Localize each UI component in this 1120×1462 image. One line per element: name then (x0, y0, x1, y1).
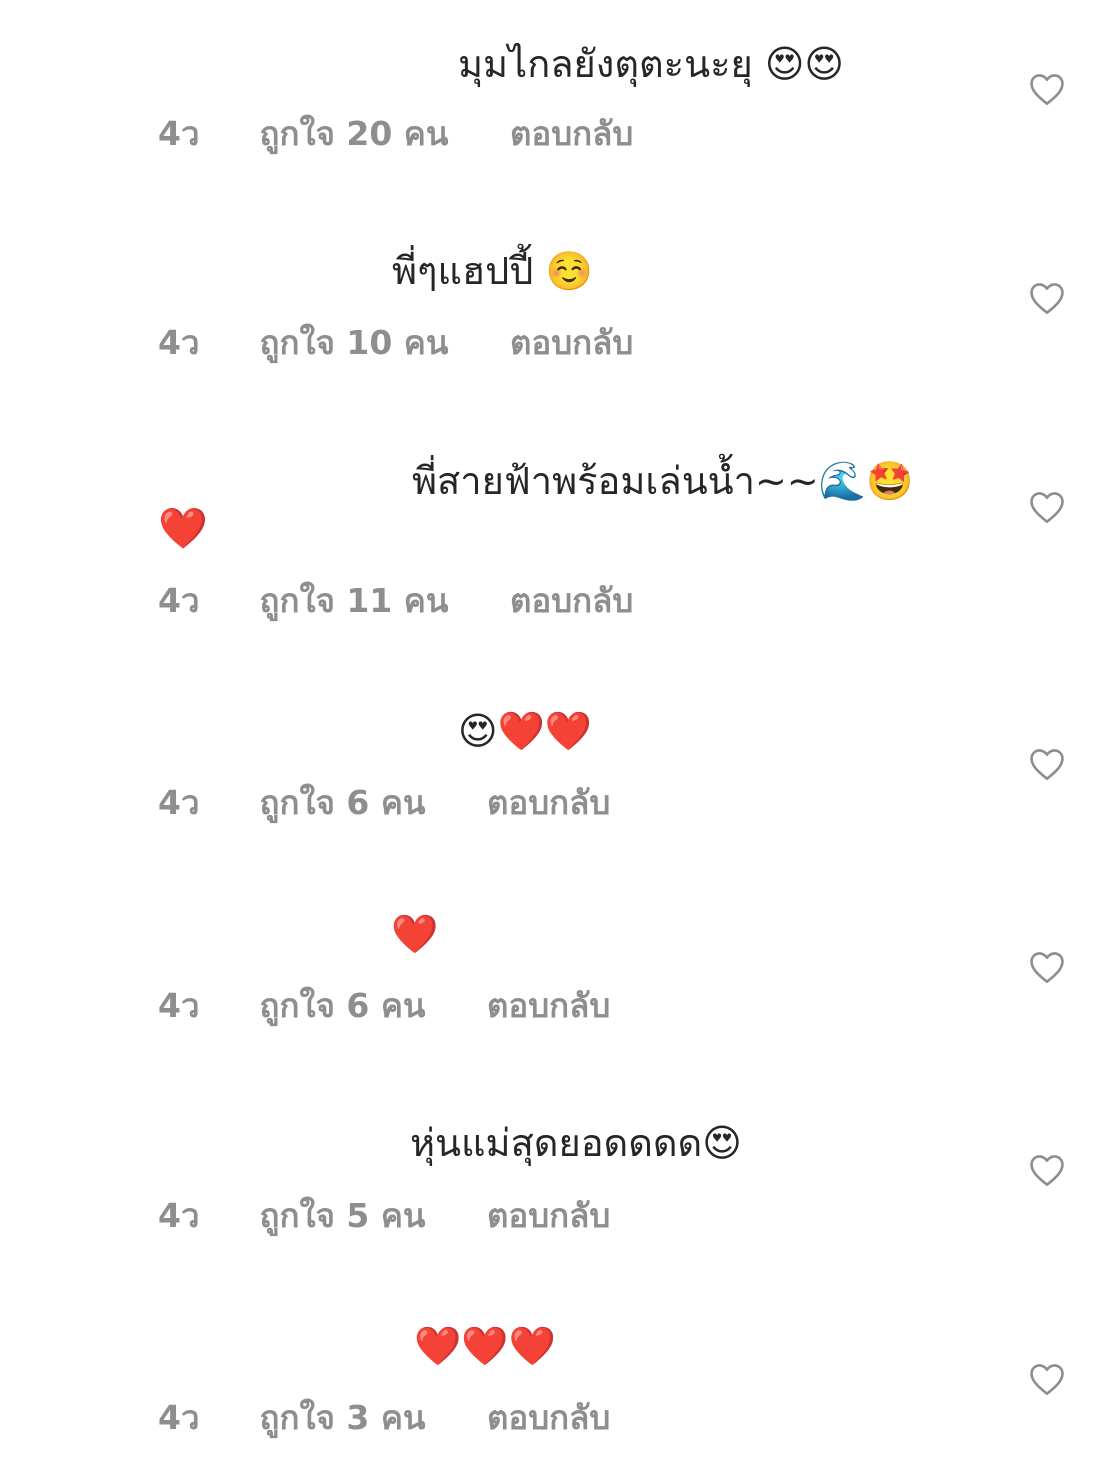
reply-button[interactable]: ตอบกลับ (510, 323, 633, 363)
comment-meta: 4ว ถูกใจ 20 คน ตอบกลับ (158, 114, 633, 154)
heart-outline-icon[interactable] (1028, 1153, 1066, 1187)
comment-text: พี่ๆแฮปปี้ ☺️ (392, 249, 593, 293)
comment-likes[interactable]: ถูกใจ 3 คน (260, 1398, 426, 1438)
heart-outline-icon[interactable] (1028, 72, 1066, 106)
comment-time: 4ว (158, 114, 200, 153)
heart-outline-icon[interactable] (1028, 747, 1066, 781)
heart-outline-icon[interactable] (1028, 1362, 1066, 1396)
comment-meta: 4ว ถูกใจ 6 คน ตอบกลับ (158, 783, 610, 823)
comment-time: 4ว (158, 783, 200, 822)
reply-button[interactable]: ตอบกลับ (487, 986, 610, 1026)
comment-time: 4ว (158, 1196, 200, 1235)
comment-likes[interactable]: ถูกใจ 10 คน (260, 323, 449, 363)
reply-button[interactable]: ตอบกลับ (487, 1398, 610, 1438)
comment-time: 4ว (158, 581, 200, 620)
comment-likes[interactable]: ถูกใจ 6 คน (260, 783, 426, 823)
comment-likes[interactable]: ถูกใจ 11 คน (260, 581, 449, 621)
comment-text: ❤️❤️❤️ (414, 1324, 556, 1368)
comment-meta: 4ว ถูกใจ 11 คน ตอบกลับ (158, 581, 633, 621)
reply-button[interactable]: ตอบกลับ (510, 114, 633, 154)
reply-button[interactable]: ตอบกลับ (510, 581, 633, 621)
heart-outline-icon[interactable] (1028, 950, 1066, 984)
comment-time: 4ว (158, 1398, 200, 1437)
comment-text: มุมไกลยังตุตะนะยุ 😍😍 (458, 42, 845, 86)
heart-outline-icon[interactable] (1028, 281, 1066, 315)
comment-meta: 4ว ถูกใจ 5 คน ตอบกลับ (158, 1196, 610, 1236)
comment-text: 😍❤️❤️ (458, 709, 593, 753)
heart-outline-icon[interactable] (1028, 490, 1066, 524)
reply-button[interactable]: ตอบกลับ (487, 783, 610, 823)
comment-time: 4ว (158, 323, 200, 362)
comment-text: หุ่นแม่สุดยอดดดด😍 (410, 1121, 742, 1165)
comment-text-line2: ❤️ (158, 506, 208, 552)
reply-button[interactable]: ตอบกลับ (487, 1196, 610, 1236)
comment-meta: 4ว ถูกใจ 10 คน ตอบกลับ (158, 323, 633, 363)
comment-meta: 4ว ถูกใจ 3 คน ตอบกลับ (158, 1398, 610, 1438)
comment-likes[interactable]: ถูกใจ 5 คน (260, 1196, 426, 1236)
comment-likes[interactable]: ถูกใจ 6 คน (260, 986, 426, 1026)
comment-time: 4ว (158, 986, 200, 1025)
comment-text: พี่สายฟ้าพร้อมเล่นน้ำ~~🌊🤩 (412, 459, 914, 503)
comment-meta: 4ว ถูกใจ 6 คน ตอบกลับ (158, 986, 610, 1026)
comment-likes[interactable]: ถูกใจ 20 คน (260, 114, 449, 154)
comment-text: ❤️ (391, 912, 439, 956)
